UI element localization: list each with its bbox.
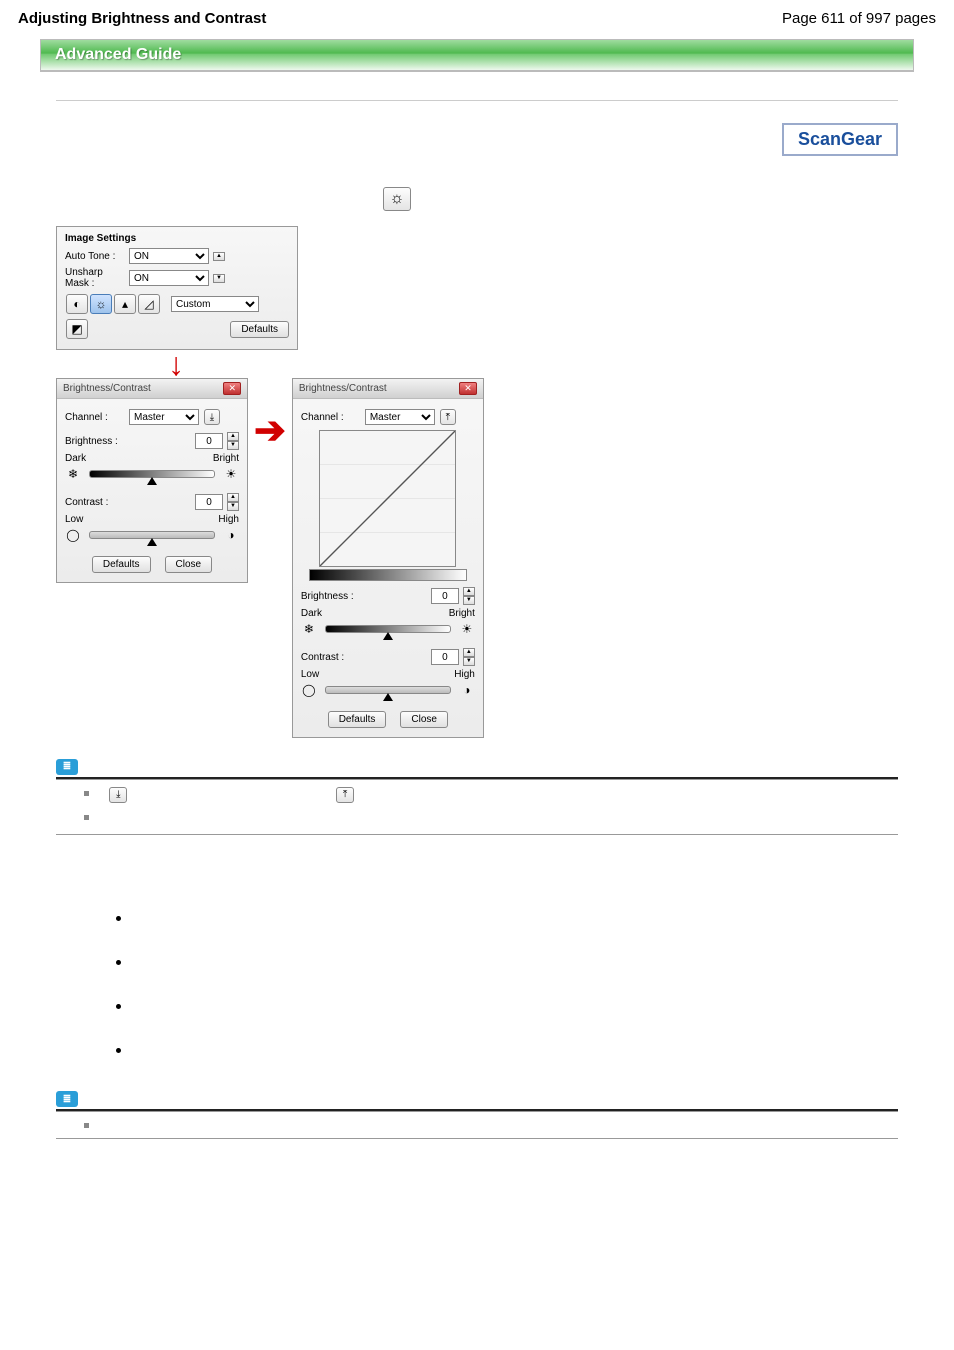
auto-tone-select[interactable]: ON [129,248,209,264]
bright-sun-icon2: ☀ [459,622,475,636]
scroll-down-btn[interactable]: ▼ [213,274,225,283]
d2-dark: Dark [301,608,322,619]
dialog2-close-icon[interactable]: ✕ [459,382,477,395]
dialog1-close-icon[interactable]: ✕ [223,382,241,395]
d1-brightness-label: Brightness : [65,436,191,447]
note-bullet-2 [84,815,89,820]
d1-low: Low [65,514,83,525]
d2-contrast-label: Contrast : [301,652,427,663]
arrow-down-icon: ↓ [56,350,296,378]
dialog1-title: Brightness/Contrast [63,383,151,394]
content-bullet-3 [116,1004,121,1009]
d2-brightness-slider[interactable] [325,625,451,633]
d1-channel-select[interactable]: Master [129,409,199,425]
content-bullet-4 [116,1048,121,1053]
note-bullet-1 [84,791,89,796]
arrow-right-icon: ➔ [254,408,286,453]
unsharp-label: Unsharp Mask : [65,267,125,289]
d2-low: Low [301,669,319,680]
expand-ref-icon: ⤓ [109,787,127,803]
d2-brightness-spin[interactable]: ▲▼ [463,587,475,605]
d1-contrast-slider[interactable] [89,531,215,539]
note-icon-2: ≣ [56,1091,78,1107]
d1-contrast-value[interactable] [195,494,223,510]
d2-contrast-value[interactable] [431,649,459,665]
tone-curve-icon[interactable]: ◿ [138,294,160,314]
auto-tone-label: Auto Tone : [65,251,125,262]
brand-box: ScanGear [782,123,898,156]
expand-icon[interactable]: ⤓ [204,409,220,425]
d1-brightness-spin[interactable]: ▲▼ [227,432,239,450]
d2-contrast-slider[interactable] [325,686,451,694]
content-bullet-2 [116,960,121,965]
page-info: Page 611 of 997 pages [782,10,936,27]
d2-brightness-label: Brightness : [301,591,427,602]
image-settings-defaults-btn[interactable]: Defaults [230,321,289,338]
d1-brightness-slider[interactable] [89,470,215,478]
banner-advanced-guide: Advanced Guide [40,39,914,72]
high-contrast-icon: ◑ [223,528,239,542]
page-title: Adjusting Brightness and Contrast [18,10,266,27]
d2-defaults-btn[interactable]: Defaults [328,711,387,728]
d1-brightness-value[interactable] [195,433,223,449]
custom-select[interactable]: Custom [171,296,259,312]
image-settings-title: Image Settings [65,233,289,244]
d1-contrast-spin[interactable]: ▲▼ [227,493,239,511]
collapse-icon[interactable]: ⤒ [440,409,456,425]
d2-brightness-value[interactable] [431,588,459,604]
low-contrast-icon2: ◯ [301,683,317,697]
note-icon: ≣ [56,759,78,775]
brightness-icon[interactable]: ☼ [90,294,112,314]
tone-curve-graph [319,430,456,567]
d1-bright: Bright [213,453,239,464]
collapse-ref-icon: ⤒ [336,787,354,803]
d1-channel-label: Channel : [65,412,125,423]
final-review-icon[interactable]: ◩ [66,319,88,339]
brightness-contrast-icon[interactable]: ☼ [383,187,411,211]
d1-high: High [218,514,239,525]
d1-defaults-btn[interactable]: Defaults [92,556,151,573]
saturation-icon[interactable]: ◐ [66,294,88,314]
d2-channel-select[interactable]: Master [365,409,435,425]
high-contrast-icon2: ◑ [459,683,475,697]
d2-channel-label: Channel : [301,412,361,423]
dark-sun-icon2: ❄ [301,622,317,636]
content-bullet-1 [116,916,121,921]
dialog2-title: Brightness/Contrast [299,383,387,394]
d2-contrast-spin[interactable]: ▲▼ [463,648,475,666]
d2-bright: Bright [449,608,475,619]
gradient-strip [309,569,467,581]
d1-contrast-label: Contrast : [65,497,191,508]
d1-dark: Dark [65,453,86,464]
histogram-icon[interactable]: ▴ [114,294,136,314]
d1-close-btn[interactable]: Close [165,556,213,573]
low-contrast-icon: ◯ [65,528,81,542]
d2-high: High [454,669,475,680]
note2-bullet [84,1123,89,1128]
dark-sun-icon: ❄ [65,467,81,481]
d2-close-btn[interactable]: Close [400,711,448,728]
scroll-up-btn[interactable]: ▲ [213,252,225,261]
bright-sun-icon: ☀ [223,467,239,481]
unsharp-select[interactable]: ON [129,270,209,286]
